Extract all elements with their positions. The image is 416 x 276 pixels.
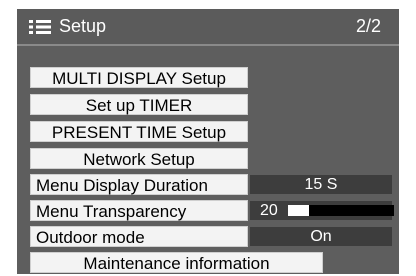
menu-display-duration-label[interactable]: Menu Display Duration	[30, 174, 248, 195]
menu-transparency-track	[288, 205, 394, 216]
menu-transparency-label[interactable]: Menu Transparency	[30, 200, 248, 221]
present-time-setup-button[interactable]: PRESENT TIME Setup	[30, 121, 248, 142]
set-up-timer-button[interactable]: Set up TIMER	[30, 94, 248, 115]
setup-menu-panel: Setup 2/2 MULTI DISPLAY Setup Set up TIM…	[17, 9, 399, 274]
maintenance-information-button[interactable]: Maintenance information	[30, 252, 323, 273]
outdoor-mode-label[interactable]: Outdoor mode	[30, 226, 248, 247]
menu-transparency-fill	[288, 205, 310, 216]
menu-transparency-slider[interactable]: 20	[250, 201, 394, 220]
multi-display-setup-button[interactable]: MULTI DISPLAY Setup	[30, 67, 248, 88]
menu-list-icon	[29, 20, 51, 34]
outdoor-mode-value[interactable]: On	[250, 227, 392, 246]
page-title: Setup	[59, 16, 107, 36]
menu-transparency-value: 20	[260, 202, 278, 219]
page-indicator: 2/2	[355, 16, 381, 36]
title-bar: Setup 2/2	[17, 9, 399, 46]
network-setup-button[interactable]: Network Setup	[30, 148, 248, 169]
menu-display-duration-value[interactable]: 15 S	[250, 175, 392, 194]
